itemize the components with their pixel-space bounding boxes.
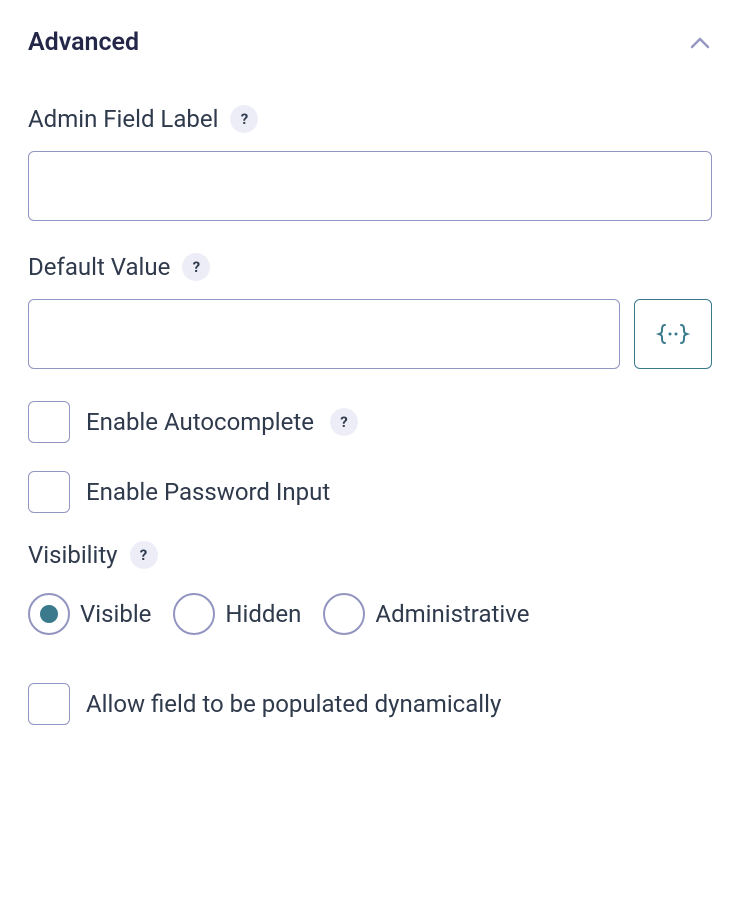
default-value-group: Default Value ? <box>28 253 712 369</box>
enable-autocomplete-checkbox[interactable] <box>28 401 70 443</box>
default-value-label-text: Default Value <box>28 253 170 281</box>
visibility-visible-radio[interactable] <box>28 593 70 635</box>
default-value-input-row <box>28 299 712 369</box>
admin-field-label-text: Admin Field Label <box>28 105 218 133</box>
visibility-visible-label: Visible <box>80 600 151 628</box>
enable-autocomplete-row: Enable Autocomplete ? <box>28 401 712 443</box>
populate-dynamically-row: Allow field to be populated dynamically <box>28 683 712 725</box>
admin-field-label-group: Admin Field Label ? <box>28 105 712 221</box>
visibility-section: Visibility ? Visible Hidden Administrati… <box>28 541 712 635</box>
visibility-administrative-radio[interactable] <box>323 593 365 635</box>
section-title: Advanced <box>28 28 139 57</box>
visibility-administrative-label: Administrative <box>375 600 529 628</box>
visibility-hidden-item: Hidden <box>173 593 301 635</box>
visibility-visible-item: Visible <box>28 593 151 635</box>
enable-autocomplete-label: Enable Autocomplete <box>86 408 314 436</box>
merge-tags-icon <box>655 322 691 346</box>
help-icon[interactable]: ? <box>182 253 210 281</box>
admin-field-label-input[interactable] <box>28 151 712 221</box>
default-value-label-row: Default Value ? <box>28 253 712 281</box>
populate-dynamically-label: Allow field to be populated dynamically <box>86 690 501 718</box>
help-icon[interactable]: ? <box>230 105 258 133</box>
visibility-hidden-label: Hidden <box>225 600 301 628</box>
merge-tags-button[interactable] <box>634 299 712 369</box>
chevron-up-icon <box>688 31 712 55</box>
enable-password-input-row: Enable Password Input <box>28 471 712 513</box>
visibility-label-text: Visibility <box>28 541 118 569</box>
visibility-administrative-item: Administrative <box>323 593 529 635</box>
admin-field-label-row: Admin Field Label ? <box>28 105 712 133</box>
visibility-radio-group: Visible Hidden Administrative <box>28 593 712 635</box>
enable-password-input-checkbox[interactable] <box>28 471 70 513</box>
enable-password-input-label: Enable Password Input <box>86 478 330 506</box>
default-value-input[interactable] <box>28 299 620 369</box>
help-icon[interactable]: ? <box>330 408 358 436</box>
visibility-hidden-radio[interactable] <box>173 593 215 635</box>
help-icon[interactable]: ? <box>130 541 158 569</box>
visibility-label-row: Visibility ? <box>28 541 712 569</box>
populate-dynamically-checkbox[interactable] <box>28 683 70 725</box>
radio-dot-icon <box>40 605 58 623</box>
advanced-section-header[interactable]: Advanced <box>28 28 712 57</box>
